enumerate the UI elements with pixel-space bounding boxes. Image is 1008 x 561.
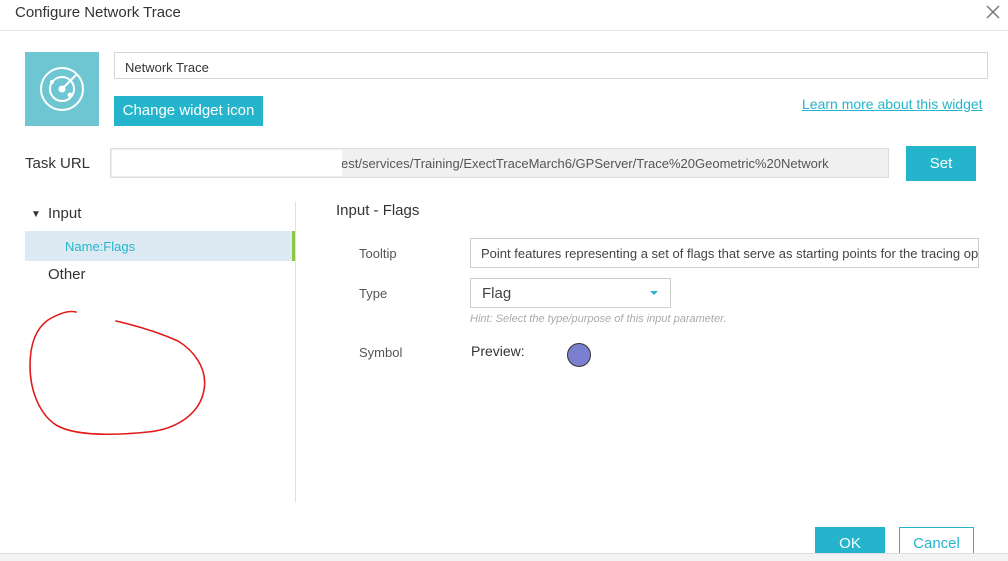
tree-group-input[interactable]: Input bbox=[48, 205, 81, 222]
tooltip-label: Tooltip bbox=[359, 246, 397, 261]
type-label: Type bbox=[359, 286, 388, 301]
section-title: Input - Flags bbox=[336, 202, 420, 219]
symbol-label: Symbol bbox=[359, 345, 403, 360]
type-select[interactable]: Flag bbox=[470, 278, 671, 308]
task-url-field[interactable]: est/services/Training/ExectTraceMarch6/G… bbox=[110, 148, 889, 178]
preview-label: Preview: bbox=[471, 343, 525, 359]
title-divider bbox=[0, 30, 1008, 31]
type-select-value: Flag bbox=[482, 285, 512, 302]
radar-icon bbox=[40, 67, 84, 111]
close-icon[interactable] bbox=[983, 2, 1003, 22]
type-hint: Hint: Select the type/purpose of this in… bbox=[470, 313, 727, 325]
widget-name-input[interactable]: Network Trace bbox=[114, 52, 988, 79]
symbol-preview-circle[interactable] bbox=[567, 343, 591, 367]
set-button[interactable]: Set bbox=[906, 146, 976, 181]
tooltip-input[interactable]: Point features representing a set of fla… bbox=[470, 238, 979, 268]
tree-item-label: Name:Flags bbox=[65, 239, 136, 254]
dialog-title: Configure Network Trace bbox=[15, 4, 181, 21]
task-url-label: Task URL bbox=[25, 155, 91, 172]
task-url-value: est/services/Training/ExectTraceMarch6/G… bbox=[341, 156, 829, 171]
widget-icon-preview bbox=[25, 52, 99, 126]
tree-item-name-flags[interactable]: Name:Flags bbox=[25, 231, 295, 261]
dropdown-arrow-icon bbox=[650, 291, 658, 295]
change-widget-icon-button[interactable]: Change widget icon bbox=[114, 96, 263, 126]
red-annotation-scribble bbox=[29, 310, 206, 435]
panel-divider bbox=[295, 202, 296, 502]
learn-more-link[interactable]: Learn more about this widget bbox=[802, 96, 983, 112]
redacted-url-portion bbox=[112, 150, 342, 176]
tree-group-other[interactable]: Other bbox=[48, 266, 86, 283]
caret-down-icon[interactable]: ▼ bbox=[31, 209, 41, 220]
